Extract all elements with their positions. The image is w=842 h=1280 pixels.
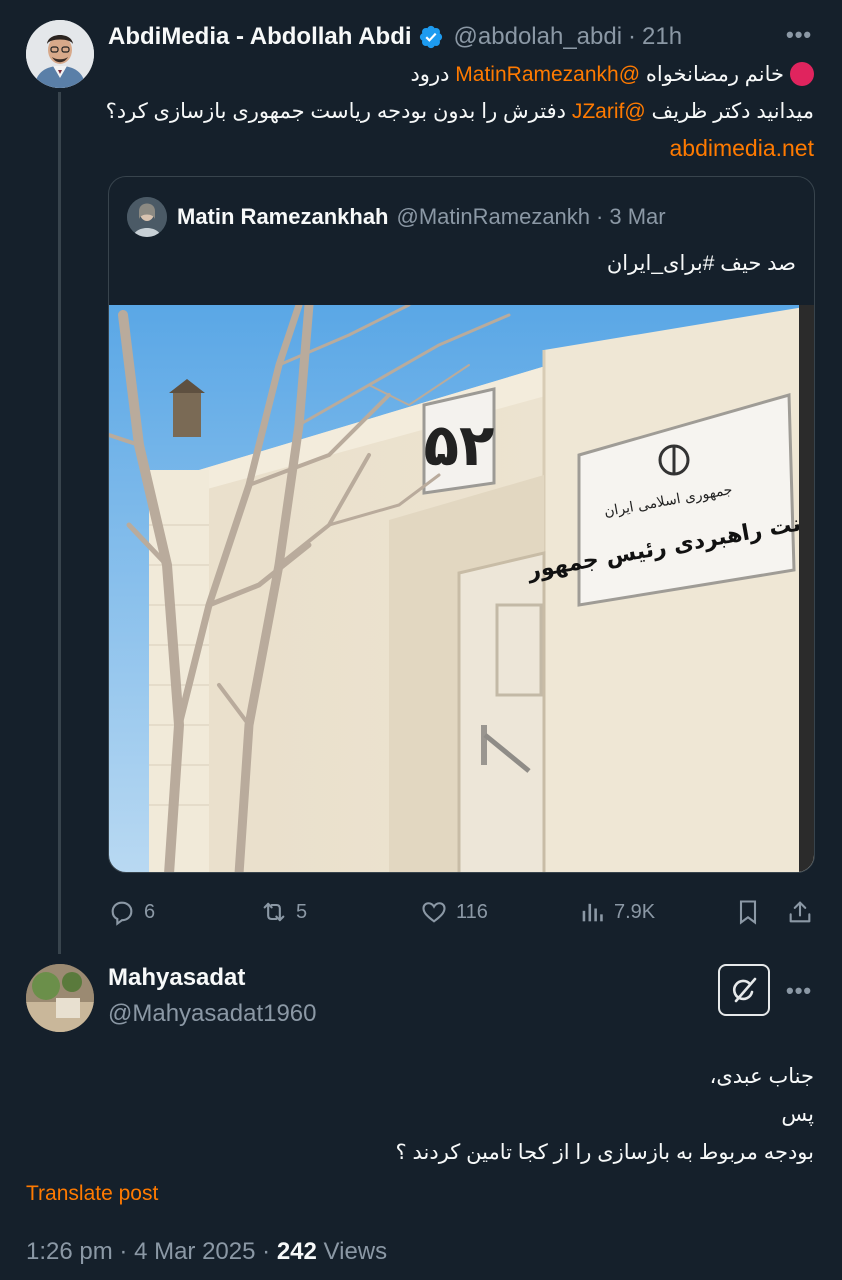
like-button[interactable]: 116 (420, 892, 488, 932)
reply-line-1: جناب عبدی، (709, 1065, 814, 1088)
mention-link[interactable]: @JZarif (572, 100, 646, 123)
reply-avatar[interactable] (26, 964, 94, 1032)
reply-text: جناب عبدی، پس بودجه مربوط به بازسازی را … (396, 1058, 814, 1172)
author-name[interactable]: AbdiMedia - Abdollah Abdi (108, 23, 412, 51)
separator: · (628, 23, 637, 50)
quote-photo[interactable]: ۵۲ جمهوری اسلامی ایران معاونت راهبردی رئ… (109, 300, 814, 872)
views-button[interactable]: 7.9K (578, 892, 655, 932)
views-label: Views (323, 1238, 388, 1265)
post-meta: 1:26 pm · 4 Mar 2025 · 242 Views (26, 1238, 388, 1265)
share-icon (789, 901, 811, 923)
tweet-line-2: میدانید دکتر ظریف @JZarif دفترش را بدون … (105, 100, 814, 123)
reply-author-handle[interactable]: @Mahyasadat1960 (108, 1000, 317, 1028)
avatar[interactable] (26, 20, 94, 88)
like-icon (422, 902, 446, 923)
thread-line (58, 92, 61, 954)
reply-button[interactable]: 6 (108, 892, 155, 932)
reply-author-name[interactable]: Mahyasadat (108, 964, 245, 992)
grok-icon (732, 977, 757, 1003)
reply-icon (111, 901, 133, 926)
verified-icon (419, 25, 442, 49)
more-icon[interactable]: ••• (786, 22, 812, 48)
mention-link[interactable]: @MatinRamezankh (455, 63, 640, 86)
post-time[interactable]: 1:26 pm (26, 1238, 113, 1265)
quote-handle[interactable]: @MatinRamezankh (397, 204, 591, 230)
share-button[interactable] (786, 892, 822, 932)
post-date[interactable]: 4 Mar 2025 (134, 1238, 255, 1265)
tweet-header: AbdiMedia - Abdollah Abdi @abdolah_abdi … (108, 20, 682, 54)
quote-avatar[interactable] (127, 197, 167, 237)
bookmark-button[interactable] (734, 892, 770, 932)
bookmark-icon (739, 900, 757, 925)
tweet-text: خانم رمضانخواه @MatinRamezankh درود میدا… (106, 56, 814, 168)
separator: · (596, 204, 604, 229)
quote-text: صد حیف #برای_ایران (606, 252, 796, 275)
quoted-tweet[interactable]: Matin Ramezankhah @MatinRamezankh · 3 Ma… (108, 176, 815, 873)
reply-line-3: بودجه مربوط به بازسازی را از کجا تامین ک… (395, 1141, 814, 1164)
author-handle[interactable]: @abdolah_abdi (454, 23, 623, 51)
retweet-button[interactable]: 5 (260, 892, 307, 932)
tweet-time[interactable]: 21h (642, 23, 682, 51)
views-icon (582, 903, 603, 922)
quote-header: Matin Ramezankhah @MatinRamezankh · 3 Ma… (127, 197, 666, 237)
translate-post-link[interactable]: Translate post (26, 1182, 158, 1206)
tweet-line-1: خانم رمضانخواه @MatinRamezankh درود (106, 56, 814, 93)
action-bar: 6 5 116 7.9K (108, 892, 816, 932)
more-icon[interactable]: ••• (786, 978, 812, 1004)
retweet-icon (263, 902, 285, 922)
reply-line-2: پس (781, 1103, 814, 1126)
grok-button[interactable] (718, 964, 770, 1016)
external-link[interactable]: abdimedia.net (670, 135, 815, 161)
plaque-number: ۵۲ (424, 411, 495, 479)
quote-date[interactable]: 3 Mar (609, 204, 665, 230)
red-circle-icon (790, 62, 814, 86)
quote-author-name[interactable]: Matin Ramezankhah (177, 204, 389, 230)
views-count: 242 (276, 1238, 317, 1265)
